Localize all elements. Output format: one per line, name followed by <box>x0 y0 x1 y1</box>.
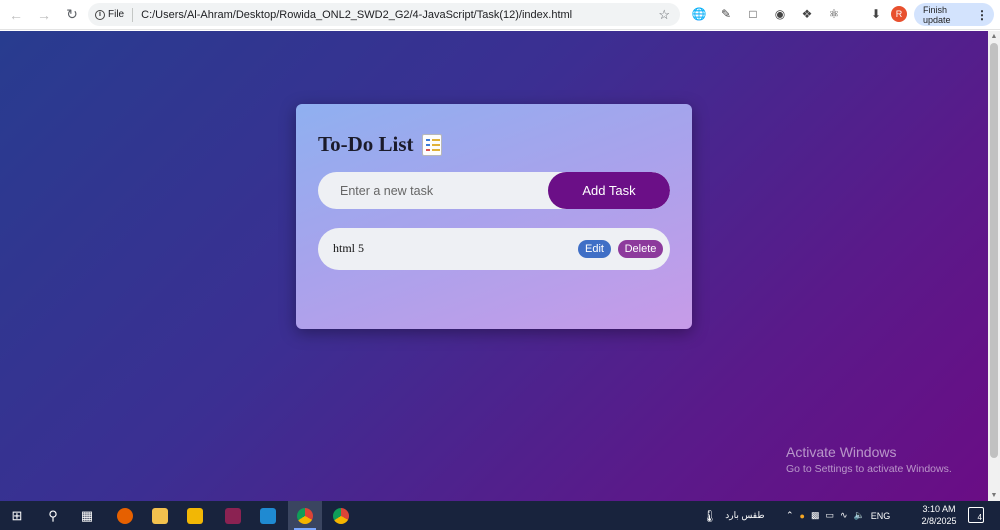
task-view-icon[interactable]: ▦ <box>70 501 104 530</box>
add-task-button[interactable]: Add Task <box>548 172 670 209</box>
scroll-thumb[interactable] <box>990 43 998 458</box>
new-task-input[interactable] <box>318 172 548 209</box>
watermark-title: Activate Windows <box>786 444 897 460</box>
edit-button[interactable]: Edit <box>578 240 611 258</box>
url-text[interactable]: C:/Users/Al-Ahram/Desktop/Rowida_ONL2_SW… <box>141 9 658 21</box>
page-viewport: To-Do List Add Task html 5 Edit Delete A… <box>0 31 988 501</box>
winrar-icon[interactable] <box>216 501 250 530</box>
translate-icon[interactable]: 🌐 <box>690 5 708 23</box>
vscode-icon[interactable] <box>251 501 285 530</box>
finish-update-button[interactable]: Finish update ⋮ <box>914 3 994 26</box>
menu-dots-icon: ⋮ <box>976 7 988 22</box>
forward-icon[interactable]: → <box>32 3 56 27</box>
firefox-icon[interactable] <box>108 501 142 530</box>
clock-date: 2/8/2025 <box>921 516 957 526</box>
notification-icon[interactable]: 4 <box>968 507 984 523</box>
task-item: html 5 Edit Delete <box>318 228 670 270</box>
back-icon[interactable]: ← <box>4 3 28 27</box>
download-icon[interactable]: ⬇ <box>867 5 885 23</box>
tray-icon[interactable]: ▩ <box>811 510 820 521</box>
site-info[interactable]: i File <box>95 9 124 20</box>
chrome-icon[interactable] <box>288 501 322 530</box>
puzzle-icon[interactable]: ⚛ <box>825 5 843 23</box>
file-explorer-icon[interactable] <box>143 501 177 530</box>
app-tray-icon[interactable]: ● <box>800 511 805 521</box>
notification-count: 4 <box>977 513 982 522</box>
todo-card: To-Do List Add Task html 5 Edit Delete <box>296 104 692 329</box>
windows-taskbar: ⊞ ⚲ ▦ 🌡 طقس بارد ⌃ ● ▩ ▭ ∿ 🔈 ENG 3:10 AM… <box>0 501 1000 530</box>
clock[interactable]: 3:10 AM 2/8/2025 <box>918 503 960 527</box>
bookmark-star-icon[interactable]: ☆ <box>658 7 670 23</box>
watermark-subtitle: Go to Settings to activate Windows. <box>786 463 952 475</box>
page-title: To-Do List <box>318 132 442 157</box>
chevron-up-icon[interactable]: ⌃ <box>786 510 794 521</box>
thermometer-icon: 🌡 <box>702 508 718 523</box>
extension-icon[interactable]: □ <box>744 5 762 23</box>
volume-icon[interactable]: 🔈 <box>854 510 865 521</box>
chrome-alt-icon[interactable] <box>324 501 358 530</box>
power-bi-icon[interactable] <box>178 501 212 530</box>
extension-icon[interactable]: ✎ <box>717 5 735 23</box>
clock-time: 3:10 AM <box>922 504 956 514</box>
wifi-icon[interactable]: ∿ <box>840 510 848 521</box>
scroll-up-icon[interactable]: ▲ <box>990 33 998 40</box>
extensions-area: 🌐 ✎ □ ◉ ❖ ⚛ ⬇ <box>690 5 885 23</box>
toolbar-divider <box>852 5 858 23</box>
checklist-icon <box>421 133 442 156</box>
language-indicator[interactable]: ENG <box>871 511 891 521</box>
search-icon[interactable]: ⚲ <box>36 501 70 530</box>
extension-icon[interactable]: ❖ <box>798 5 816 23</box>
delete-button[interactable]: Delete <box>618 240 663 258</box>
address-divider <box>132 7 134 22</box>
weather-text: طقس بارد <box>725 510 765 520</box>
title-text: To-Do List <box>318 132 414 156</box>
info-icon: i <box>95 9 105 20</box>
task-text: html 5 <box>333 241 365 255</box>
address-bar[interactable]: i File C:/Users/Al-Ahram/Desktop/Rowida_… <box>88 3 680 26</box>
profile-avatar[interactable]: R <box>891 6 907 22</box>
file-label: File <box>108 9 125 20</box>
system-tray: ⌃ ● ▩ ▭ ∿ 🔈 ENG <box>786 501 890 530</box>
activate-windows-watermark: Activate Windows Go to Settings to activ… <box>786 444 952 475</box>
finish-update-label: Finish update <box>923 4 951 25</box>
add-task-form: Add Task <box>318 172 670 209</box>
reload-icon[interactable]: ↻ <box>60 3 84 27</box>
battery-icon[interactable]: ▭ <box>826 510 835 521</box>
record-icon[interactable]: ◉ <box>771 5 789 23</box>
windows-start-icon[interactable]: ⊞ <box>0 501 34 530</box>
weather-widget[interactable]: 🌡 طقس بارد <box>702 501 765 530</box>
vertical-scrollbar[interactable]: ▲ ▼ <box>988 31 1000 501</box>
scroll-down-icon[interactable]: ▼ <box>990 492 998 499</box>
